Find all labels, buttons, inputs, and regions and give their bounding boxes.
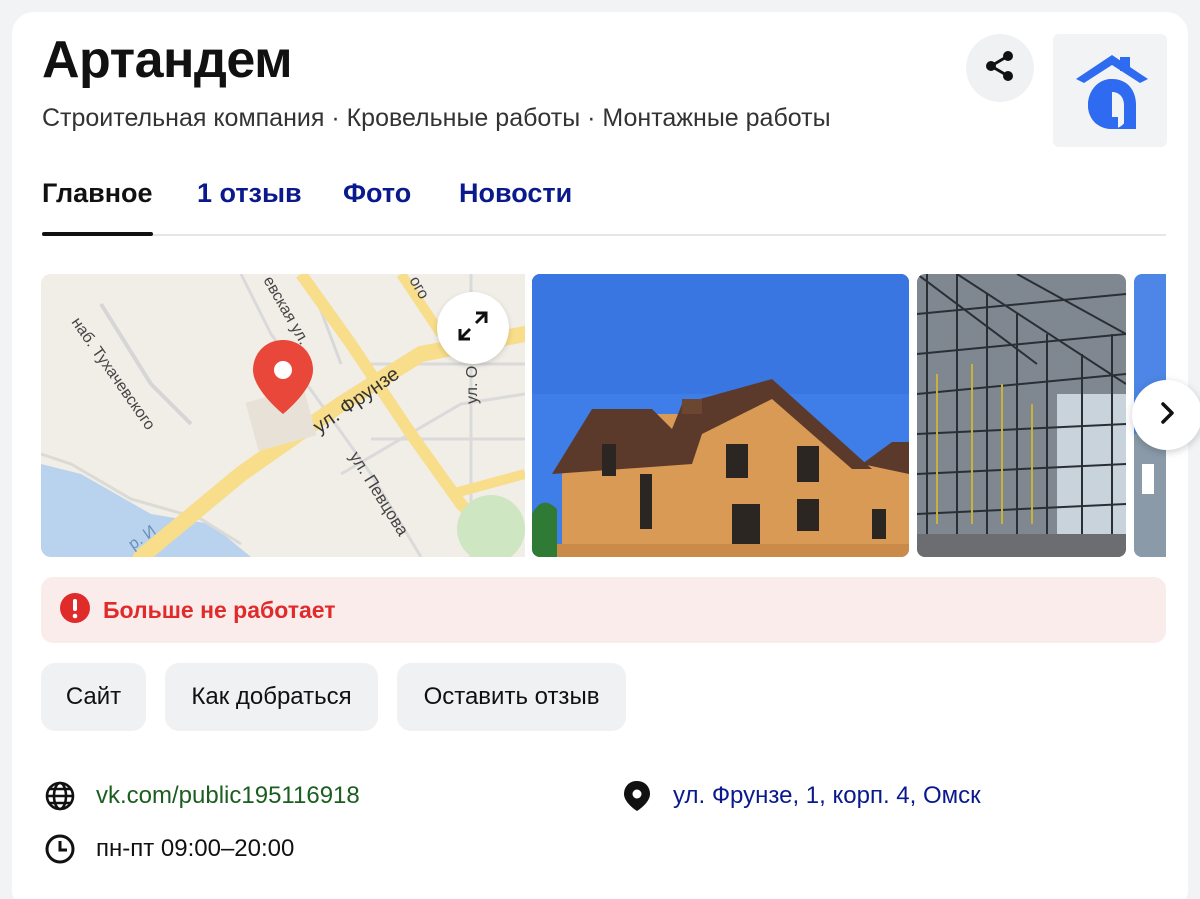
website-row: vk.com/public195116918 — [42, 778, 360, 814]
website-link[interactable]: vk.com/public195116918 — [96, 782, 360, 810]
hours-row: пн-пт 09:00–20:00 — [42, 831, 294, 867]
closed-status-banner: Больше не работает — [41, 577, 1166, 643]
house-logo-icon — [1076, 54, 1148, 129]
tab-reviews[interactable]: 1 отзыв — [197, 178, 302, 209]
tab-main[interactable]: Главное — [42, 178, 153, 236]
org-title: Артандем — [42, 31, 293, 89]
share-button[interactable] — [966, 34, 1034, 102]
expand-icon — [454, 307, 492, 350]
org-categories: Строительная компания · Кровельные работ… — [42, 104, 831, 132]
website-button[interactable]: Сайт — [41, 663, 146, 731]
location-pin-icon — [619, 778, 655, 814]
tab-news[interactable]: Новости — [459, 178, 572, 209]
gallery-next-button[interactable] — [1132, 380, 1200, 450]
alert-icon — [59, 592, 91, 629]
address-link[interactable]: ул. Фрунзе, 1, корп. 4, Омск — [673, 782, 981, 810]
route-button[interactable]: Как добраться — [165, 663, 378, 731]
gallery-photo-scaffolding[interactable] — [917, 274, 1126, 557]
globe-icon — [42, 778, 78, 814]
working-hours: пн-пт 09:00–20:00 — [96, 835, 295, 862]
org-logo — [1053, 34, 1167, 147]
expand-map-button[interactable] — [437, 292, 509, 364]
leave-review-button[interactable]: Оставить отзыв — [397, 663, 626, 731]
tab-bar: Главное 1 отзыв Фото Новости — [42, 178, 1166, 236]
tab-photos[interactable]: Фото — [343, 178, 411, 209]
status-text: Больше не работает — [103, 596, 336, 623]
gallery-photo-house[interactable] — [532, 274, 909, 557]
address-row: ул. Фрунзе, 1, корп. 4, Омск — [619, 778, 981, 814]
chevron-right-icon — [1154, 400, 1180, 431]
share-icon — [982, 48, 1018, 89]
map-label-street5: ул. О — [464, 366, 481, 404]
clock-icon — [42, 831, 78, 867]
